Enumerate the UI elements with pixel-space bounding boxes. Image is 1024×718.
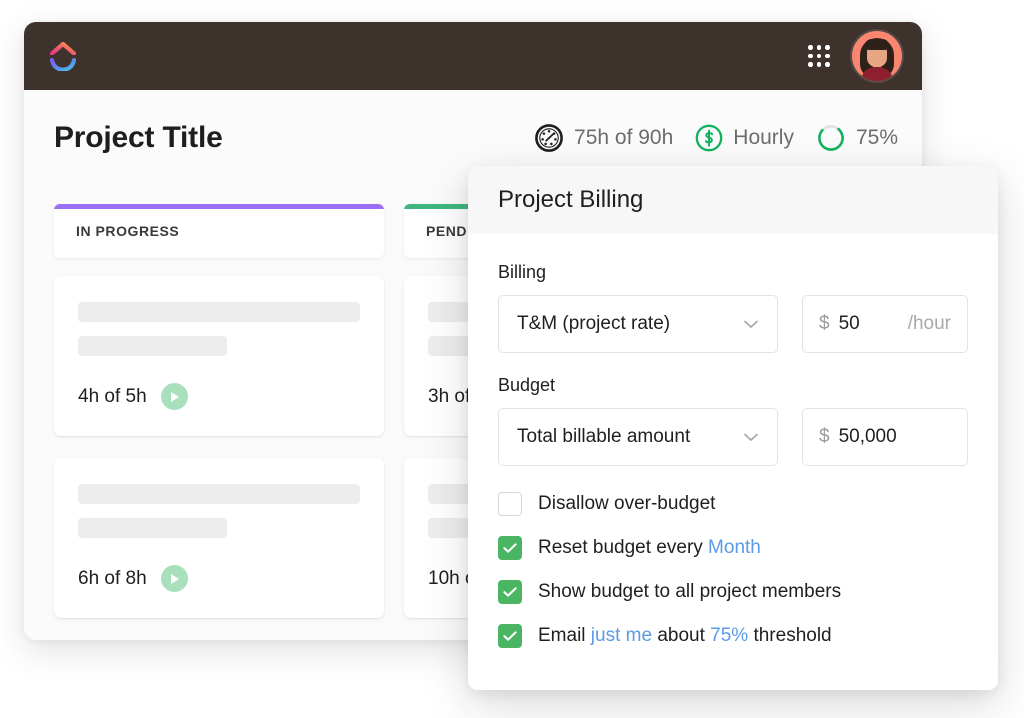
budget-type-select[interactable]: Total billable amount [498, 408, 778, 466]
option-show-budget[interactable]: Show budget to all project members [498, 580, 968, 604]
option-link-recipient[interactable]: just me [591, 625, 652, 646]
hourly-rate-input[interactable]: $ 50 /hour [802, 295, 968, 353]
progress-ring-icon [816, 123, 846, 153]
column-header[interactable]: IN PROGRESS [54, 204, 384, 258]
option-label: Disallow over-budget [538, 493, 715, 515]
field-spacer [498, 353, 968, 375]
option-text: Show budget to all project members [538, 581, 841, 602]
project-billing-panel: Project Billing Billing T&M (project rat… [468, 166, 998, 690]
grid-dot [825, 45, 830, 50]
task-title-placeholder [78, 302, 360, 322]
checkbox-checked-icon[interactable] [498, 624, 522, 648]
option-email-threshold[interactable]: Email just me about 75% threshold [498, 624, 968, 648]
stat-billing-type[interactable]: Hourly [695, 124, 794, 152]
option-text: Disallow over-budget [538, 493, 715, 514]
play-icon[interactable] [161, 565, 188, 592]
panel-title: Project Billing [498, 186, 643, 214]
hourly-rate-unit: /hour [908, 313, 951, 335]
grid-dot [825, 54, 830, 59]
grid-dot [817, 45, 822, 50]
billing-type-select[interactable]: T&M (project rate) [498, 295, 778, 353]
stat-progress-label: 75% [856, 126, 898, 150]
option-link-threshold[interactable]: 75% [710, 625, 748, 646]
budget-amount-value: 50,000 [839, 426, 951, 448]
project-stats: 75h of 90h Hourly 75% [534, 123, 898, 153]
stat-billing-label: Hourly [733, 126, 794, 150]
board-column-in-progress: IN PROGRESS 4h of 5h [54, 204, 384, 640]
stat-time-label: 75h of 90h [574, 126, 673, 150]
option-text: threshold [748, 625, 831, 646]
billing-label: Billing [498, 262, 968, 283]
page-title: Project Title [54, 121, 223, 155]
task-footer: 4h of 5h [78, 383, 360, 410]
budget-label: Budget [498, 375, 968, 396]
task-subtitle-placeholder [78, 336, 227, 356]
task-title-placeholder [78, 484, 360, 504]
checkbox-checked-icon[interactable] [498, 536, 522, 560]
avatar-fringe [865, 39, 889, 50]
grid-dot [808, 62, 813, 67]
option-text: about [652, 625, 710, 646]
logo-arc-icon [50, 58, 76, 71]
option-link-period[interactable]: Month [708, 537, 761, 558]
screen-root: Project Title [0, 0, 1024, 718]
grid-dot [817, 62, 822, 67]
panel-header: Project Billing [468, 166, 998, 234]
panel-body: Billing T&M (project rate) $ 50 /hour Bu… [468, 234, 998, 648]
task-footer: 6h of 8h [78, 565, 360, 592]
app-topbar [24, 22, 922, 90]
option-disallow-over-budget[interactable]: Disallow over-budget [498, 492, 968, 516]
task-time: 6h of 8h [78, 568, 147, 590]
logo-chevron-icon [50, 42, 76, 55]
option-label: Show budget to all project members [538, 581, 841, 603]
avatar[interactable] [852, 31, 902, 81]
task-card[interactable]: 6h of 8h [54, 458, 384, 618]
hourly-rate-value: 50 [839, 313, 908, 335]
option-text: Email [538, 625, 591, 646]
clickup-logo-icon[interactable] [48, 40, 78, 72]
column-cards: 4h of 5h 6h of 8h [54, 276, 384, 618]
budget-options-list: Disallow over-budget Reset budget every … [498, 492, 968, 648]
grid-dot [817, 54, 822, 59]
checkbox-unchecked-icon[interactable] [498, 492, 522, 516]
option-label: Reset budget every Month [538, 537, 761, 559]
task-subtitle-placeholder [78, 518, 227, 538]
budget-type-value: Total billable amount [517, 426, 735, 448]
grid-dot [825, 62, 830, 67]
option-label: Email just me about 75% threshold [538, 625, 832, 647]
checkbox-checked-icon[interactable] [498, 580, 522, 604]
currency-symbol: $ [819, 426, 830, 448]
play-icon[interactable] [161, 383, 188, 410]
budget-field-row: Total billable amount $ 50,000 [498, 408, 968, 466]
task-card[interactable]: 4h of 5h [54, 276, 384, 436]
dollar-circle-icon [695, 124, 723, 152]
apps-grid-icon[interactable] [808, 45, 830, 67]
option-reset-budget[interactable]: Reset budget every Month [498, 536, 968, 560]
timer-icon [534, 123, 564, 153]
billing-type-value: T&M (project rate) [517, 313, 735, 335]
chevron-down-icon [743, 432, 759, 442]
column-title: IN PROGRESS [76, 223, 179, 239]
option-text: Reset budget every [538, 537, 708, 558]
task-time: 4h of 5h [78, 386, 147, 408]
grid-dot [808, 45, 813, 50]
budget-amount-input[interactable]: $ 50,000 [802, 408, 968, 466]
billing-field-row: T&M (project rate) $ 50 /hour [498, 295, 968, 353]
stat-progress[interactable]: 75% [816, 123, 898, 153]
stat-time-tracked[interactable]: 75h of 90h [534, 123, 673, 153]
chevron-down-icon [743, 319, 759, 329]
grid-dot [808, 54, 813, 59]
currency-symbol: $ [819, 313, 830, 335]
